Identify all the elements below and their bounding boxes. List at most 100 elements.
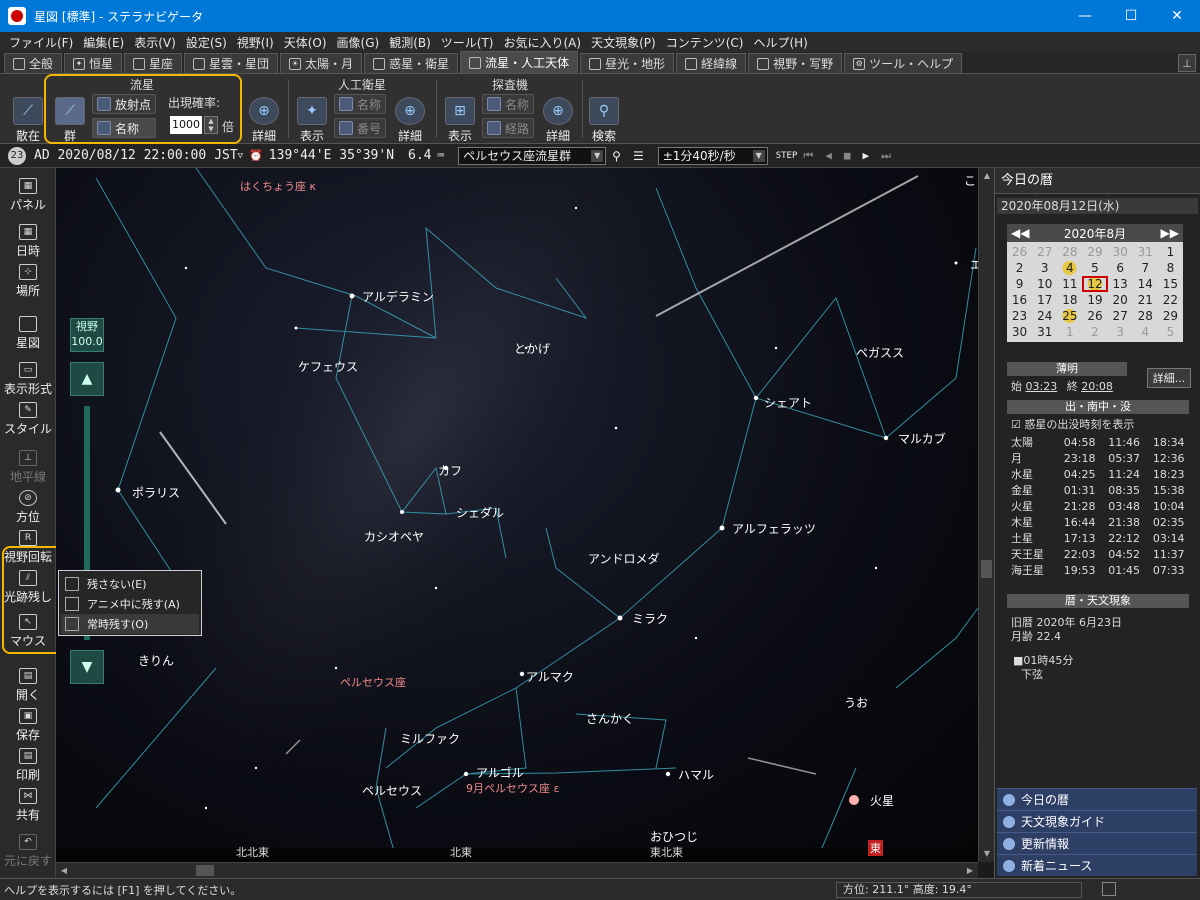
step-icon[interactable]: STEP xyxy=(776,151,798,161)
magnitude-display[interactable]: 6.4 xyxy=(408,148,431,163)
twilight-detail-button[interactable]: 詳細... xyxy=(1147,368,1191,388)
calendar-day[interactable]: 4 xyxy=(1133,324,1158,340)
save-button[interactable]: ▣ 保存 xyxy=(0,708,56,743)
calendar-day[interactable]: 29 xyxy=(1158,308,1183,324)
sky-label[interactable]: きりん xyxy=(138,652,174,669)
scroll-thumb[interactable] xyxy=(981,560,992,578)
timezone-display[interactable]: JST xyxy=(214,148,237,163)
satellite-name-button[interactable]: 名称 xyxy=(334,94,386,114)
calendar-day[interactable]: 30 xyxy=(1007,324,1032,340)
grid-toggle-icon[interactable] xyxy=(1102,882,1116,896)
calendar-day[interactable]: 23 xyxy=(1007,308,1032,324)
horizontal-scrollbar[interactable]: ◀ ▶ xyxy=(56,862,978,878)
calendar-day[interactable]: 26 xyxy=(1082,308,1107,324)
menu-favorites[interactable]: お気に入り(A) xyxy=(499,34,587,51)
link-phenomena-guide[interactable]: 天文現象ガイド xyxy=(997,810,1197,832)
calendar-day[interactable]: 5 xyxy=(1158,324,1183,340)
sky-label[interactable]: アルフェラッツ xyxy=(732,520,816,537)
calendar-day[interactable]: 29 xyxy=(1082,244,1107,260)
menu-settings[interactable]: 設定(S) xyxy=(181,34,232,51)
sky-label[interactable]: アルデラミン xyxy=(362,288,434,305)
target-select[interactable]: ペルセウス座流星群 ▼ xyxy=(458,146,607,165)
undo-button[interactable]: ↶ 元に戻す xyxy=(0,834,56,869)
calendar-day[interactable]: 30 xyxy=(1108,244,1133,260)
keyboard-icon[interactable]: ⌨ xyxy=(438,149,445,162)
minimize-button[interactable]: — xyxy=(1062,0,1108,32)
probe-detail-button[interactable]: ⊕ 詳細 xyxy=(540,88,576,144)
display-format-button[interactable]: ▭ 表示形式 xyxy=(0,362,56,397)
sky-label[interactable]: アルゴル xyxy=(476,764,524,781)
calendar-day[interactable]: 24 xyxy=(1032,308,1057,324)
sky-label[interactable]: カシオペヤ xyxy=(364,528,424,545)
sky-label[interactable]: ハマル xyxy=(678,766,714,783)
menu-item-no-trail[interactable]: 残さない(E) xyxy=(61,574,199,594)
calendar-day[interactable]: 11 xyxy=(1057,276,1082,292)
probe-name-button[interactable]: 名称 xyxy=(482,94,534,114)
sky-label[interactable]: カフ xyxy=(438,462,462,479)
calendar-day[interactable]: 31 xyxy=(1133,244,1158,260)
zoom-in-button[interactable]: ▲ xyxy=(70,362,104,396)
sky-label[interactable]: おひつじ xyxy=(650,828,698,845)
satellite-detail-button[interactable]: ⊕ 詳細 xyxy=(392,88,428,144)
sky-label[interactable]: シェダル xyxy=(456,504,504,521)
print-button[interactable]: ▤ 印刷 xyxy=(0,748,56,783)
link-today[interactable]: 今日の暦 xyxy=(997,788,1197,810)
menu-phenomena[interactable]: 天文現象(P) xyxy=(586,34,661,51)
calendar-day[interactable]: 16 xyxy=(1007,292,1032,308)
tab-constellations[interactable]: 星座 xyxy=(124,53,183,73)
sky-label[interactable]: ペルセウス xyxy=(362,782,422,799)
skip-end-icon[interactable]: ⏭ xyxy=(881,149,891,163)
calendar-day[interactable]: 27 xyxy=(1032,244,1057,260)
menu-field[interactable]: 視野(I) xyxy=(232,34,279,51)
sky-label[interactable]: とかげ xyxy=(514,340,550,357)
next-year-icon[interactable]: ▶▶ xyxy=(1161,226,1179,240)
sky-label[interactable]: ミルファク xyxy=(400,730,460,747)
sky-label[interactable]: マルカブ xyxy=(898,430,946,447)
calendar-day[interactable]: 27 xyxy=(1108,308,1133,324)
location-button[interactable]: ⊹ 場所 xyxy=(0,264,56,299)
calendar-day[interactable]: 22 xyxy=(1158,292,1183,308)
calendar-day[interactable]: 3 xyxy=(1032,260,1057,276)
calendar-day[interactable]: 15 xyxy=(1158,276,1183,292)
starmap-button[interactable]: 星図 xyxy=(0,316,56,351)
probe-path-button[interactable]: 経路 xyxy=(482,118,534,138)
calendar-day[interactable]: 31 xyxy=(1032,324,1057,340)
prev-year-icon[interactable]: ◀◀ xyxy=(1011,226,1029,240)
calendar-day[interactable]: 2 xyxy=(1082,324,1107,340)
calendar-day[interactable]: 14 xyxy=(1133,276,1158,292)
menu-view[interactable]: 表示(V) xyxy=(129,34,181,51)
sky-label[interactable]: アルマク xyxy=(526,668,574,685)
list-icon[interactable]: ☰ xyxy=(633,149,644,163)
scroll-up-icon[interactable]: ▲ xyxy=(979,168,995,184)
calendar-day[interactable]: 9 xyxy=(1007,276,1032,292)
location-display[interactable]: 139°44'E 35°39'N xyxy=(269,148,394,163)
sky-label[interactable]: ケフェウス xyxy=(298,358,358,375)
menu-item-anim-trail[interactable]: アニメ中に残す(A) xyxy=(61,594,199,614)
menu-objects[interactable]: 天体(O) xyxy=(279,34,332,51)
pin-icon[interactable]: ⊥ xyxy=(1178,54,1196,72)
panel-button[interactable]: ▦ パネル xyxy=(0,178,56,213)
calendar-day[interactable]: 21 xyxy=(1133,292,1158,308)
sky-label[interactable]: ミラク xyxy=(632,610,668,627)
calendar-day[interactable]: 5 xyxy=(1082,260,1107,276)
share-button[interactable]: ⋈ 共有 xyxy=(0,788,56,823)
menu-image[interactable]: 画像(G) xyxy=(332,34,385,51)
menu-edit[interactable]: 編集(E) xyxy=(78,34,129,51)
scroll-thumb[interactable] xyxy=(196,865,214,876)
calendar-day[interactable]: 19 xyxy=(1082,292,1107,308)
stop-icon[interactable]: ■ xyxy=(844,149,851,162)
tab-planets[interactable]: 惑星・衛星 xyxy=(364,53,459,73)
calendar-day[interactable]: 2 xyxy=(1007,260,1032,276)
calendar-day[interactable]: 12 xyxy=(1082,276,1108,292)
satellite-show-button[interactable]: ✦ 表示 xyxy=(294,88,330,144)
menu-tools[interactable]: ツール(T) xyxy=(436,34,499,51)
play-back-icon[interactable]: ◀ xyxy=(825,149,832,162)
sporadic-button[interactable]: ⟋ 散在 xyxy=(10,88,46,144)
tab-meteors[interactable]: 流星・人工天体 xyxy=(460,51,579,73)
sky-label[interactable]: ペガスス xyxy=(856,344,904,361)
satellite-number-button[interactable]: 番号 xyxy=(334,118,386,138)
calendar-day[interactable]: 8 xyxy=(1158,260,1183,276)
calendar-day[interactable]: 28 xyxy=(1057,244,1082,260)
menu-contents[interactable]: コンテンツ(C) xyxy=(661,34,749,51)
calendar-day[interactable]: 25 xyxy=(1057,308,1083,324)
